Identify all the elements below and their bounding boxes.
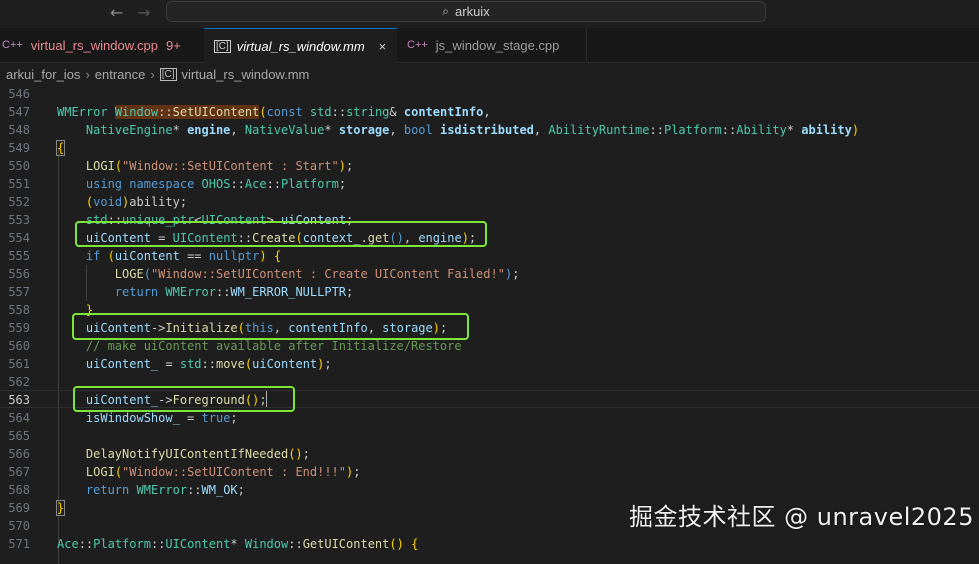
line-code: NativeEngine* engine, NativeValue* stora… <box>85 123 860 137</box>
line-number: 565 <box>8 429 30 443</box>
chevron-right-icon: › <box>85 66 90 82</box>
line-number: 553 <box>8 213 30 227</box>
breadcrumb-item[interactable]: arkui_for_ios <box>6 67 80 82</box>
line-number: 568 <box>8 483 30 497</box>
forward-arrow-icon[interactable]: → <box>137 3 150 22</box>
line-code: uiContent_ = std::move(uiContent); <box>85 357 332 371</box>
line-number: 571 <box>8 537 30 551</box>
line-number: 561 <box>8 357 30 371</box>
highlight-box-create <box>75 221 487 247</box>
line-number: 559 <box>8 321 30 335</box>
code-line[interactable]: 565 <box>0 427 979 445</box>
code-line[interactable]: 548 NativeEngine* engine, NativeValue* s… <box>0 121 979 139</box>
line-number: 550 <box>8 159 30 173</box>
line-code: using namespace OHOS::Ace::Platform; <box>85 177 347 191</box>
code-line[interactable]: 567 LOGI("Window::SetUIContent : End!!!"… <box>0 463 979 481</box>
line-number: 570 <box>8 519 30 533</box>
line-number: 557 <box>8 285 30 299</box>
back-arrow-icon[interactable]: ← <box>110 3 123 22</box>
line-number: 569 <box>8 501 30 515</box>
line-number: 566 <box>8 447 30 461</box>
line-code: return WMError::WM_ERROR_NULLPTR; <box>114 285 354 299</box>
close-icon[interactable]: × <box>379 39 387 54</box>
line-code: } <box>55 500 66 516</box>
code-line[interactable]: 550 LOGI("Window::SetUIContent : Start")… <box>0 157 979 175</box>
line-number: 549 <box>8 141 30 155</box>
line-code: (void)ability; <box>85 195 188 209</box>
cpp-file-icon: C++ <box>2 39 23 51</box>
highlight-box-foreground <box>73 386 295 412</box>
line-number: 551 <box>8 177 30 191</box>
code-line[interactable]: 549 { <box>0 139 979 157</box>
code-editor[interactable]: 546 547 WMError Window::SetUIContent(cons… <box>0 85 979 564</box>
highlight-box-initialize <box>72 313 469 340</box>
line-number: 547 <box>8 105 30 119</box>
line-code: WMError Window::SetUIContent(const std::… <box>57 105 491 119</box>
watermark: 掘金技术社区 @ unravel2025 <box>629 503 974 531</box>
breadcrumb-item[interactable]: virtual_rs_window.mm <box>182 67 310 82</box>
code-line[interactable]: 561 uiContent_ = std::move(uiContent); <box>0 355 979 373</box>
objc-file-icon: [C] <box>159 67 177 81</box>
line-number: 552 <box>8 195 30 209</box>
tab-label: virtual_rs_window.cpp <box>30 37 158 53</box>
cpp-file-icon: C++ <box>407 39 428 51</box>
code-line[interactable]: 555 if (uiContent == nullptr) { <box>0 247 979 265</box>
line-code: if (uiContent == nullptr) { <box>85 249 282 263</box>
code-line[interactable]: 557 return WMError::WM_ERROR_NULLPTR; <box>0 283 979 301</box>
line-number: 562 <box>8 375 30 389</box>
line-number: 558 <box>8 303 30 317</box>
line-number: 548 <box>8 123 30 137</box>
problems-badge: 9+ <box>165 37 181 53</box>
line-number: 564 <box>8 411 30 425</box>
line-number: 560 <box>8 339 30 353</box>
breadcrumb: arkui_for_ios › entrance › [C] virtual_r… <box>0 63 979 85</box>
code-line[interactable]: 551 using namespace OHOS::Ace::Platform; <box>0 175 979 193</box>
code-line[interactable]: 556 LOGE("Window::SetUIContent : Create … <box>0 265 979 283</box>
line-number: 556 <box>8 267 30 281</box>
command-center-search[interactable]: ⌕ arkuix <box>166 1 766 22</box>
line-code: LOGI("Window::SetUIContent : End!!!"); <box>85 465 361 479</box>
tab-label: virtual_rs_window.mm <box>236 38 365 54</box>
tab-label: js_window_stage.cpp <box>435 37 560 53</box>
code-line[interactable]: 547 WMError Window::SetUIContent(const st… <box>0 103 979 121</box>
breadcrumb-item[interactable]: entrance <box>95 67 146 82</box>
tab-js-window-stage-cpp[interactable]: C++ js_window_stage.cpp <box>397 28 587 62</box>
search-text: arkuix <box>455 4 490 19</box>
objc-file-icon: [C] <box>214 39 231 53</box>
line-number: 554 <box>8 231 30 245</box>
line-code: return WMError::WM_OK; <box>85 483 245 497</box>
line-number: 555 <box>8 249 30 263</box>
line-number: 567 <box>8 465 30 479</box>
code-line[interactable]: 566 DelayNotifyUIContentIfNeeded(); <box>0 445 979 463</box>
line-code: { <box>55 140 66 156</box>
tab-virtual-rs-window-cpp[interactable]: C++ virtual_rs_window.cpp 9+ <box>0 28 196 62</box>
tab-virtual-rs-window-mm[interactable]: [C] virtual_rs_window.mm × <box>204 28 397 63</box>
line-code: LOGI("Window::SetUIContent : Start"); <box>85 159 354 173</box>
line-code: LOGE("Window::SetUIContent : Create UICo… <box>114 267 520 281</box>
chevron-right-icon: › <box>150 66 155 82</box>
title-bar: ← → ⌕ arkuix <box>0 0 979 28</box>
line-number: 546 <box>8 87 30 101</box>
code-line[interactable]: 571 Ace::Platform::UIContent* Window::Get… <box>0 535 979 553</box>
code-line[interactable]: 552 (void)ability; <box>0 193 979 211</box>
search-icon: ⌕ <box>442 4 450 18</box>
line-code: DelayNotifyUIContentIfNeeded(); <box>85 447 310 461</box>
line-code: Ace::Platform::UIContent* Window::GetUIC… <box>57 537 419 551</box>
tab-bar: C++ virtual_rs_window.cpp 9+ [C] virtual… <box>0 28 979 63</box>
line-number: 563 <box>8 393 30 407</box>
code-line[interactable]: 546 <box>0 85 979 103</box>
